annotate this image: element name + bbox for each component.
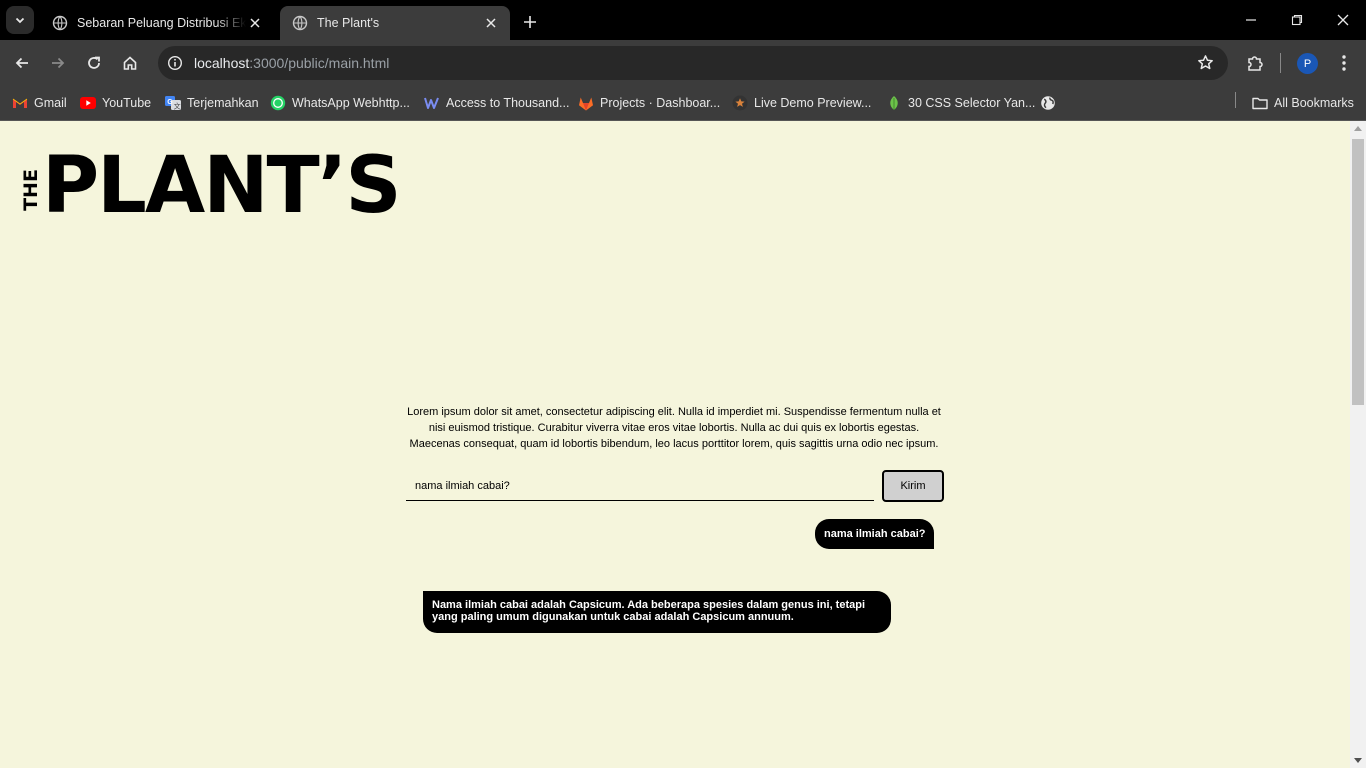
gmail-icon <box>12 95 28 111</box>
bookmark-label: Terjemahkan <box>187 96 259 110</box>
arrow-right-icon <box>52 57 65 69</box>
intro-text: Lorem ipsum dolor sit amet, consectetur … <box>407 406 941 450</box>
home-icon <box>123 56 137 70</box>
close-window-button[interactable] <box>1320 0 1366 40</box>
bookmark-label: 30 CSS Selector Yan... <box>908 96 1036 110</box>
leaf-icon <box>886 95 902 111</box>
logo-the: THE <box>20 169 42 211</box>
bookmark-label: YouTube <box>102 96 152 110</box>
send-button[interactable]: Kirim <box>882 470 944 502</box>
close-icon <box>1337 14 1349 26</box>
tab-title: The Plant's <box>317 16 380 30</box>
scroll-down-arrow-icon[interactable] <box>1354 758 1362 763</box>
bookmark-gmail[interactable]: Gmail <box>12 92 67 114</box>
bookmark-live-demo[interactable]: Live Demo Preview... <box>732 92 871 114</box>
plus-icon <box>524 16 536 28</box>
reload-button[interactable] <box>80 49 108 77</box>
extensions-button[interactable] <box>1241 49 1269 77</box>
chevron-down-icon <box>15 17 25 24</box>
bookmark-label: WhatsApp Webhttp... <box>292 96 410 110</box>
bookmark-whatsapp[interactable]: WhatsApp Webhttp... <box>270 92 410 114</box>
globe-icon <box>292 15 308 31</box>
svg-text:G: G <box>167 99 173 106</box>
close-icon[interactable] <box>246 14 264 32</box>
bookmark-gitlab[interactable]: Projects · Dashboar... <box>578 92 720 114</box>
kebab-menu-icon <box>1342 55 1346 71</box>
bookmark-youtube[interactable]: YouTube <box>80 92 151 114</box>
youtube-icon <box>80 95 96 111</box>
folder-icon <box>1252 95 1268 111</box>
all-bookmarks-button[interactable]: All Bookmarks <box>1252 92 1354 114</box>
bookmarks-bar: Gmail YouTube G文 Terjemahkan WhatsApp We… <box>0 86 1366 121</box>
menu-button[interactable] <box>1330 49 1358 77</box>
bookmark-star-icon[interactable] <box>1197 54 1214 76</box>
bookmark-label: Gmail <box>34 96 67 110</box>
bookmark-label: Projects · Dashboar... <box>600 96 721 110</box>
restore-button[interactable] <box>1274 0 1320 40</box>
site-logo[interactable]: THE PLANT’S <box>20 141 402 231</box>
logo-plants: PLANT’S <box>42 141 402 231</box>
all-bookmarks-label: All Bookmarks <box>1274 96 1354 110</box>
user-message-bubble: nama ilmiah cabai? <box>815 519 935 549</box>
restore-icon <box>1291 14 1303 26</box>
url-text: localhost:3000/public/main.html <box>194 55 389 71</box>
page-viewport: THE PLANT’S Lorem ipsum dolor sit amet, … <box>0 121 1350 768</box>
url-path: :3000/public/main.html <box>249 55 390 71</box>
bookmark-css-selector[interactable]: 30 CSS Selector Yan... <box>886 92 1035 114</box>
tab-strip: Sebaran Peluang Distribusi Ekspor The Pl… <box>0 0 1366 40</box>
profile-avatar[interactable]: P <box>1297 53 1318 74</box>
forward-button[interactable] <box>44 49 72 77</box>
bookmarks-separator <box>1235 92 1236 108</box>
toolbar-separator <box>1280 53 1281 73</box>
whatsapp-icon <box>270 95 286 111</box>
bookmark-terjemahkan[interactable]: G文 Terjemahkan <box>165 92 259 114</box>
minimize-button[interactable] <box>1228 0 1274 40</box>
tab-title: Sebaran Peluang Distribusi Ekspor <box>77 16 246 30</box>
home-button[interactable] <box>116 49 144 77</box>
minimize-icon <box>1246 19 1256 21</box>
address-bar[interactable]: localhost:3000/public/main.html <box>158 46 1228 80</box>
star-badge-icon <box>732 95 748 111</box>
new-tab-button[interactable] <box>518 10 542 34</box>
chat-input[interactable] <box>406 472 874 501</box>
arrow-left-icon <box>15 57 28 69</box>
close-icon[interactable] <box>482 14 500 32</box>
bot-message-bubble: Nama ilmiah cabai adalah Capsicum. Ada b… <box>423 591 891 633</box>
svg-text:文: 文 <box>174 101 181 110</box>
tab-sebaran[interactable]: Sebaran Peluang Distribusi Ekspor <box>40 6 274 40</box>
page-scrollbar[interactable] <box>1350 121 1366 768</box>
reload-icon <box>88 56 100 69</box>
tab-the-plants[interactable]: The Plant's <box>280 6 510 40</box>
scroll-up-arrow-icon[interactable] <box>1354 126 1362 131</box>
site-info-icon[interactable] <box>160 55 190 71</box>
browser-toolbar: localhost:3000/public/main.html P <box>0 40 1366 86</box>
w-logo-icon <box>424 95 440 111</box>
scrollbar-thumb[interactable] <box>1352 139 1364 405</box>
bookmark-label: Live Demo Preview... <box>754 96 872 110</box>
globe-icon <box>1040 95 1056 111</box>
url-host: localhost <box>194 55 250 71</box>
puzzle-icon <box>1248 56 1263 71</box>
bookmark-access[interactable]: Access to Thousand... <box>424 92 569 114</box>
gitlab-icon <box>578 95 594 111</box>
globe-icon <box>52 15 68 31</box>
back-button[interactable] <box>8 49 36 77</box>
translate-icon: G文 <box>165 95 181 111</box>
bookmark-globe[interactable] <box>1040 92 1062 114</box>
bookmark-label: Access to Thousand... <box>446 96 570 110</box>
tab-search-button[interactable] <box>6 6 34 34</box>
